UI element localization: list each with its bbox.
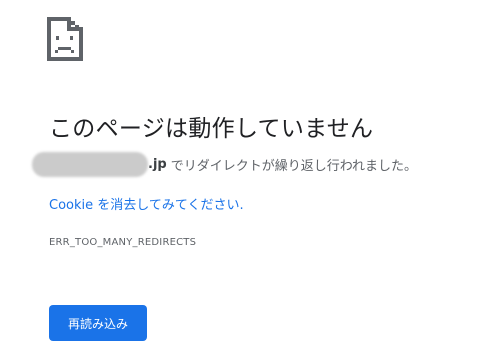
- error-description: .jp でリダイレクトが繰り返し行われました。: [32, 150, 417, 178]
- sad-page-icon: [47, 17, 83, 61]
- page-title: このページは動作していません: [49, 116, 374, 142]
- error-page: このページは動作していません .jp でリダイレクトが繰り返し行われました。 C…: [0, 0, 498, 358]
- error-code: ERR_TOO_MANY_REDIRECTS: [49, 237, 197, 248]
- redacted-domain: [32, 151, 148, 177]
- clear-cookies-link[interactable]: Cookie を消去してみてください.: [49, 194, 244, 213]
- description-text: でリダイレクトが繰り返し行われました。: [170, 158, 418, 174]
- domain-suffix: .jp: [148, 156, 167, 172]
- reload-button[interactable]: 再読み込み: [49, 305, 147, 341]
